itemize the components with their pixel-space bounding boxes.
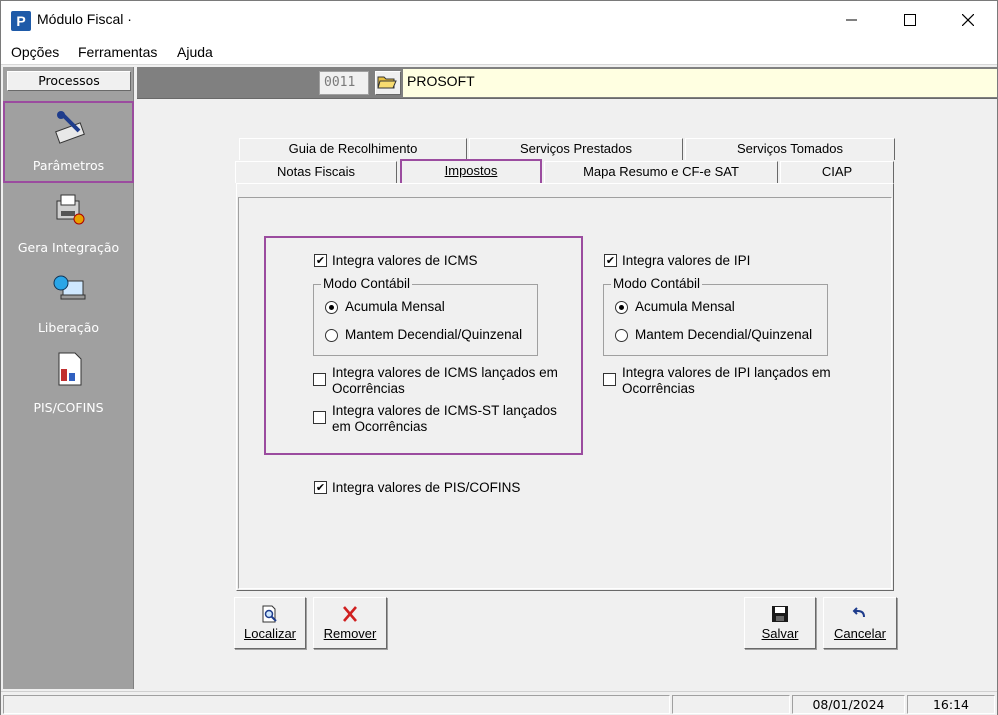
maximize-icon xyxy=(904,14,916,26)
menu-bar: Opções Ferramentas Ajuda xyxy=(1,39,997,65)
app-logo-icon: P xyxy=(11,11,31,31)
integra-ipi-label: Integra valores de IPI xyxy=(622,253,751,268)
tab-label: Mapa Resumo e CF-e SAT xyxy=(583,164,739,179)
integra-pis-cofins-label: Integra valores de PIS/COFINS xyxy=(332,480,521,495)
icms-st-label-line2: em Ocorrências xyxy=(332,419,428,434)
tab-label: Impostos xyxy=(444,163,498,178)
tab-label: CIAP xyxy=(821,164,853,179)
pis-cofins-icon xyxy=(58,352,82,386)
ipi-modo-contabil-title: Modo Contábil xyxy=(611,276,703,291)
status-date: 08/01/2024 xyxy=(792,695,905,714)
release-icon xyxy=(53,275,86,300)
status-time: 16:14 xyxy=(907,695,995,714)
remover-button[interactable]: Remover xyxy=(313,597,387,649)
tab-ciap[interactable]: CIAP xyxy=(780,161,894,183)
remover-label: Remover xyxy=(323,626,377,641)
menu-ferramentas[interactable]: Ferramentas xyxy=(78,44,157,60)
status-panel-message xyxy=(3,695,670,714)
sidebar-header-processos[interactable]: Processos xyxy=(7,71,131,91)
status-panel-info xyxy=(672,695,790,714)
salvar-button[interactable]: Salvar xyxy=(744,597,816,649)
tab-label: Serviços Tomados xyxy=(737,141,843,156)
ipi-decendial-label: Mantem Decendial/Quinzenal xyxy=(635,327,813,342)
header-strip: 0011 PROSOFT xyxy=(137,67,997,99)
icms-ocorrencias-label-line1: Integra valores de ICMS lançados em xyxy=(332,365,558,380)
icms-decendial-label: Mantem Decendial/Quinzenal xyxy=(345,327,523,342)
integra-icms-label: Integra valores de ICMS xyxy=(332,253,478,268)
tab-impostos[interactable]: Impostos xyxy=(400,159,542,185)
sidebar-item-label: Gera Integração xyxy=(17,240,120,255)
checkmark-icon: ✔ xyxy=(315,481,326,494)
cancelar-button[interactable]: Cancelar xyxy=(823,597,897,649)
icms-acumula-mensal-label: Acumula Mensal xyxy=(345,299,445,314)
tab-label: Guia de Recolhimento xyxy=(288,141,418,156)
localizar-label: Localizar xyxy=(243,626,297,641)
salvar-label: Salvar xyxy=(761,626,799,641)
cancelar-label: Cancelar xyxy=(833,626,887,641)
icms-ocorrencias-label-line2: Ocorrências xyxy=(332,381,405,396)
sidebar-item-parametros[interactable]: Parâmetros xyxy=(3,101,134,183)
delete-x-icon xyxy=(343,606,357,622)
integra-pis-cofins-checkbox[interactable]: ✔ xyxy=(314,481,327,494)
sidebar: Processos Parâmetros Gera Integração Lib… xyxy=(3,67,134,689)
title-bar: P Módulo Fiscal · xyxy=(1,1,997,39)
tab-guia-recolhimento[interactable]: Guia de Recolhimento xyxy=(239,138,467,160)
close-button[interactable] xyxy=(939,1,997,39)
maximize-button[interactable] xyxy=(881,1,939,39)
sidebar-item-gera-integracao[interactable]: Gera Integração xyxy=(3,185,134,263)
minimize-button[interactable] xyxy=(823,1,881,39)
tab-label: Notas Fiscais xyxy=(276,164,356,179)
search-document-icon xyxy=(262,605,277,623)
localizar-button[interactable]: Localizar xyxy=(234,597,306,649)
ipi-acumula-mensal-label: Acumula Mensal xyxy=(635,299,735,314)
icms-st-ocorrencias-checkbox[interactable] xyxy=(313,411,326,424)
parameters-icon xyxy=(55,111,85,144)
status-bar: 08/01/2024 16:14 xyxy=(1,691,997,715)
close-icon xyxy=(962,14,974,26)
ipi-ocorrencias-checkbox[interactable] xyxy=(603,373,616,386)
tab-label: Serviços Prestados xyxy=(520,141,632,156)
ipi-acumula-mensal-radio[interactable] xyxy=(615,301,628,314)
sidebar-item-label: Parâmetros xyxy=(32,158,105,173)
save-disk-icon xyxy=(772,606,788,622)
checkmark-icon: ✔ xyxy=(315,254,326,267)
ipi-ocorrencias-label-line1: Integra valores de IPI lançados em xyxy=(622,365,831,380)
integration-icon xyxy=(56,194,85,225)
company-name: PROSOFT xyxy=(403,69,997,97)
company-code-field[interactable]: 0011 xyxy=(319,71,369,95)
menu-opcoes[interactable]: Opções xyxy=(11,44,59,60)
tab-notas-fiscais[interactable]: Notas Fiscais xyxy=(235,161,397,183)
ipi-decendial-radio[interactable] xyxy=(615,329,628,342)
checkmark-icon: ✔ xyxy=(605,254,616,267)
ipi-ocorrencias-label-line2: Ocorrências xyxy=(622,381,695,396)
folder-open-icon xyxy=(377,76,397,89)
icms-acumula-mensal-radio[interactable] xyxy=(325,301,338,314)
sidebar-item-label: PIS/COFINS xyxy=(33,400,104,415)
integra-ipi-checkbox[interactable]: ✔ xyxy=(604,254,617,267)
tab-servicos-prestados[interactable]: Serviços Prestados xyxy=(469,138,683,160)
sidebar-item-liberacao[interactable]: Liberação xyxy=(3,265,134,343)
window-title: Módulo Fiscal · xyxy=(37,11,132,27)
tab-servicos-tomados[interactable]: Serviços Tomados xyxy=(685,138,895,160)
main-window: P Módulo Fiscal · Opções Ferramentas Aju… xyxy=(0,0,998,715)
ipi-modo-contabil-group xyxy=(603,284,828,356)
icms-modo-contabil-title: Modo Contábil xyxy=(321,276,413,291)
icms-modo-contabil-group xyxy=(313,284,538,356)
integra-icms-checkbox[interactable]: ✔ xyxy=(314,254,327,267)
undo-icon xyxy=(852,607,865,618)
icms-decendial-radio[interactable] xyxy=(325,329,338,342)
menu-ajuda[interactable]: Ajuda xyxy=(177,44,213,60)
icms-ocorrencias-checkbox[interactable] xyxy=(313,373,326,386)
minimize-icon xyxy=(846,19,857,21)
tab-mapa-resumo[interactable]: Mapa Resumo e CF-e SAT xyxy=(544,161,778,183)
sidebar-item-label: Liberação xyxy=(37,320,100,335)
open-company-button[interactable] xyxy=(375,71,401,95)
icms-st-label-line1: Integra valores de ICMS-ST lançados xyxy=(332,403,557,418)
sidebar-item-pis-cofins[interactable]: PIS/COFINS xyxy=(3,345,134,423)
